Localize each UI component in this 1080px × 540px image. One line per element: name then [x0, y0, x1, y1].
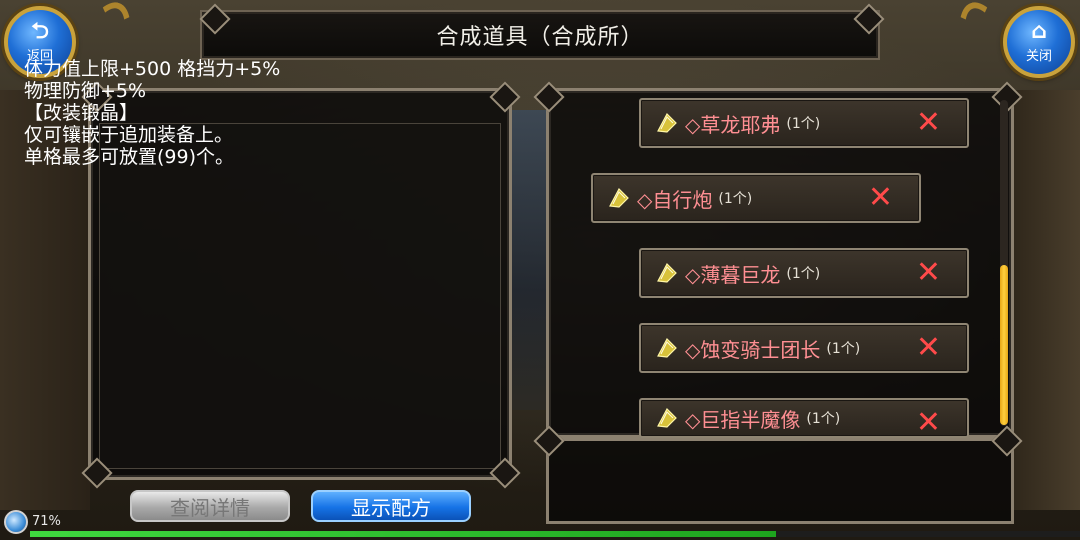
- description-line: 体力值上限+500 格挡力+5%: [24, 58, 281, 80]
- crystal-gem-icon: [657, 113, 677, 133]
- crystal-gem-icon: [657, 338, 677, 358]
- description-line: 单格最多可放置(99)个。: [24, 146, 235, 168]
- title-bar: 合成道具（合成所）: [200, 10, 880, 60]
- item-description: 体力值上限+500 格挡力+5% 物理防御+5% 【改装锻晶】 仅可镶嵌于追加装…: [24, 58, 404, 168]
- remove-icon[interactable]: ✕: [916, 333, 941, 363]
- material-item[interactable]: ◇自行炮 (1个) ✕: [591, 173, 921, 223]
- battery-percentage: 71%: [32, 514, 61, 529]
- remove-icon[interactable]: ✕: [916, 108, 941, 138]
- page-title: 合成道具（合成所）: [436, 25, 644, 50]
- material-item[interactable]: ◇薄暮巨龙 (1个) ✕: [639, 248, 969, 298]
- material-name: ◇自行炮: [637, 187, 713, 212]
- close-button-label: 关闭: [1025, 48, 1052, 64]
- description-line: 仅可镶嵌于追加装备上。: [24, 124, 234, 146]
- background-character-strip: [512, 110, 548, 410]
- view-details-button[interactable]: 查阅详情: [130, 490, 290, 522]
- home-icon: ⌂: [1031, 18, 1047, 44]
- remove-icon[interactable]: ✕: [916, 258, 941, 288]
- description-line: 物理防御+5%: [24, 80, 147, 102]
- remove-icon[interactable]: ✕: [868, 183, 893, 213]
- description-line: 【改装锻晶】: [24, 102, 139, 124]
- list-scrollbar-thumb[interactable]: [1000, 265, 1008, 425]
- recipe-result-panel: [546, 438, 1014, 524]
- description-inner-frame: [99, 123, 501, 469]
- background-shelf-right: [1010, 90, 1080, 510]
- view-details-label: 查阅详情: [170, 495, 250, 520]
- crystal-gem-icon: [657, 263, 677, 283]
- battery-bar-fill: [30, 531, 776, 537]
- show-recipe-button[interactable]: 显示配方: [311, 490, 471, 522]
- material-count: (1个): [826, 341, 861, 357]
- material-count: (1个): [786, 266, 821, 282]
- crystal-gem-icon: [609, 188, 629, 208]
- material-name: ◇蚀变骑士团长: [685, 337, 821, 362]
- material-count: (1个): [786, 116, 821, 132]
- close-button[interactable]: ⌂ 关闭: [1003, 6, 1075, 78]
- material-count: (1个): [806, 411, 841, 427]
- show-recipe-label: 显示配方: [351, 495, 431, 520]
- material-name: ◇草龙耶弗: [685, 112, 781, 137]
- material-name: ◇薄暮巨龙: [685, 262, 781, 287]
- material-count: (1个): [718, 191, 753, 207]
- remove-icon[interactable]: ✕: [916, 408, 941, 437]
- network-status-icon: [4, 510, 28, 534]
- material-item[interactable]: ◇草龙耶弗 (1个) ✕: [639, 98, 969, 148]
- crystal-gem-icon: [657, 408, 677, 428]
- material-item[interactable]: ◇蚀变骑士团长 (1个) ✕: [639, 323, 969, 373]
- back-arrow-icon: ⮌: [31, 18, 49, 44]
- material-item[interactable]: ◇巨指半魔像 (1个) ✕: [639, 398, 969, 438]
- material-name: ◇巨指半魔像: [685, 407, 801, 432]
